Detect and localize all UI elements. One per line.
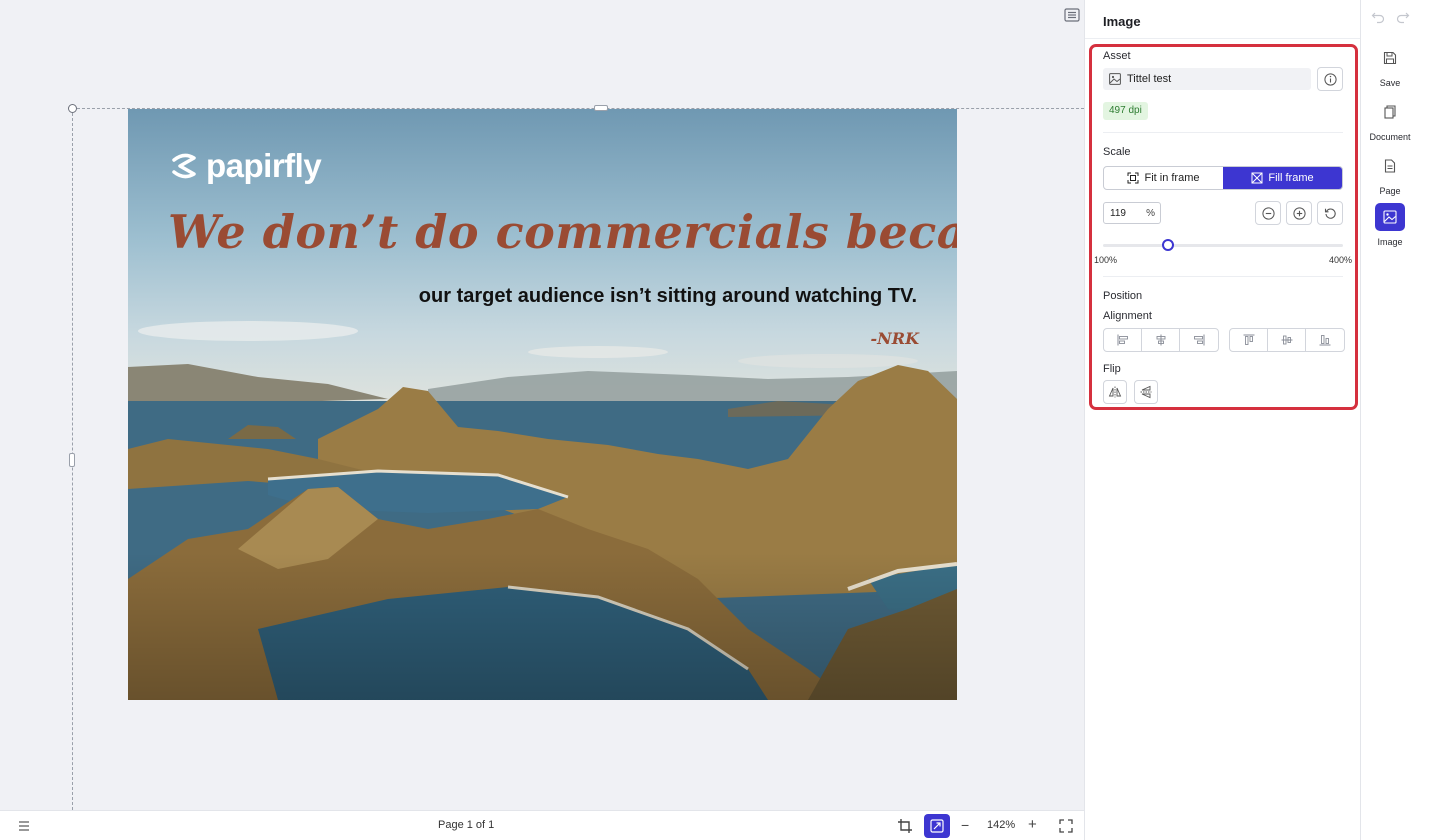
panel-title: Image	[1103, 14, 1141, 29]
fullscreen-icon[interactable]	[1059, 819, 1073, 833]
fill-frame-button[interactable]: Fill frame	[1223, 167, 1342, 189]
scale-slider-track[interactable]	[1103, 244, 1343, 247]
rail-item-save[interactable]: Save	[1361, 44, 1419, 88]
crop-icon[interactable]	[897, 818, 913, 834]
image-frame[interactable]: papirfly We don’t do commercials because…	[128, 109, 957, 700]
image-icon	[1375, 203, 1405, 231]
right-toolbar: Save Document Page Image	[1360, 0, 1430, 840]
fit-to-screen-button[interactable]	[924, 814, 950, 838]
resize-handle-left[interactable]	[69, 453, 75, 467]
document-icon	[1375, 98, 1405, 126]
align-bottom-button[interactable]	[1306, 329, 1344, 351]
page-icon	[1375, 152, 1405, 180]
align-left-icon	[1117, 334, 1128, 346]
page-indicator: Page 1 of 1	[438, 819, 495, 831]
flip-vertical-button[interactable]	[1134, 380, 1158, 404]
rail-item-document[interactable]: Document	[1361, 98, 1419, 142]
scale-label: Scale	[1103, 146, 1131, 158]
align-top-button[interactable]	[1230, 329, 1268, 351]
align-center-icon	[1156, 334, 1165, 346]
rail-item-image[interactable]: Image	[1361, 203, 1419, 247]
zoom-level: 142%	[987, 819, 1016, 831]
page-list-icon[interactable]	[18, 820, 30, 832]
align-middle-icon	[1281, 335, 1292, 345]
scale-mode-toggle: Fit in frame Fill frame	[1103, 166, 1343, 190]
dpi-badge: 497 dpi	[1103, 102, 1148, 120]
align-left-button[interactable]	[1104, 329, 1142, 351]
vertical-alignment-group	[1229, 328, 1345, 352]
rail-label-page: Page	[1379, 186, 1401, 196]
resize-handle-top[interactable]	[594, 105, 608, 111]
slider-max-label: 400%	[1329, 255, 1353, 265]
rail-label-save: Save	[1379, 78, 1401, 88]
asset-selector[interactable]: Tittel test	[1103, 68, 1311, 90]
artwork-headline: We don’t do commercials because…	[168, 205, 957, 259]
rail-label-document: Document	[1369, 132, 1411, 142]
asset-label: Asset	[1103, 50, 1131, 62]
scale-decrease-button[interactable]	[1255, 201, 1281, 225]
position-label: Position	[1103, 290, 1143, 302]
fit-in-frame-label: Fit in frame	[1144, 172, 1200, 184]
section-divider	[1103, 132, 1343, 133]
align-right-icon	[1194, 334, 1205, 346]
rail-label-image: Image	[1377, 237, 1403, 247]
fit-in-frame-button[interactable]: Fit in frame	[1104, 167, 1223, 189]
properties-panel: Image Asset Tittel test 497 dpi Scale Fi…	[1084, 0, 1361, 840]
fill-frame-label: Fill frame	[1268, 172, 1314, 184]
align-right-button[interactable]	[1180, 329, 1218, 351]
align-top-icon	[1243, 334, 1254, 345]
asset-name: Tittel test	[1127, 73, 1172, 85]
flip-horizontal-button[interactable]	[1103, 380, 1127, 404]
papirfly-logo: papirfly	[168, 147, 322, 185]
fit-in-frame-icon	[1127, 172, 1139, 184]
flip-horizontal-icon	[1108, 386, 1122, 398]
align-bottom-icon	[1319, 335, 1331, 346]
image-icon	[1109, 73, 1121, 85]
alignment-label: Alignment	[1103, 310, 1152, 322]
scale-percent-input[interactable]: 119 %	[1103, 202, 1161, 224]
fill-frame-icon	[1251, 172, 1263, 184]
layers-panel-icon[interactable]	[1064, 8, 1080, 22]
scale-percent-value: 119	[1110, 207, 1126, 219]
papirfly-logo-mark-icon	[172, 153, 196, 179]
scale-reset-button[interactable]	[1317, 201, 1343, 225]
landscape-photo	[128, 109, 957, 700]
expand-icon	[930, 819, 944, 833]
artwork-signature: -NRK	[870, 329, 919, 348]
scale-increase-button[interactable]	[1286, 201, 1312, 225]
panel-divider	[1085, 38, 1361, 39]
horizontal-alignment-group	[1103, 328, 1219, 352]
zoom-out-button[interactable]: −	[961, 817, 969, 833]
flip-vertical-icon	[1140, 385, 1152, 399]
align-center-button[interactable]	[1142, 329, 1180, 351]
artwork-subline: our target audience isn’t sitting around…	[418, 285, 917, 307]
plus-circle-icon	[1292, 206, 1306, 220]
bottom-toolbar: Page 1 of 1 − 142% +	[0, 810, 1084, 840]
align-middle-button[interactable]	[1268, 329, 1306, 351]
asset-info-button[interactable]	[1317, 67, 1343, 91]
section-divider	[1103, 276, 1343, 277]
minus-circle-icon	[1261, 206, 1275, 220]
highlight-outline	[1089, 44, 1358, 410]
slider-min-label: 100%	[1094, 255, 1118, 265]
redo-icon[interactable]	[1396, 10, 1410, 24]
zoom-in-button[interactable]: +	[1028, 816, 1037, 833]
rotate-handle[interactable]	[68, 104, 77, 113]
rail-item-page[interactable]: Page	[1361, 152, 1419, 196]
scale-percent-unit: %	[1146, 208, 1155, 219]
flip-label: Flip	[1103, 363, 1121, 375]
logo-text: papirfly	[206, 147, 322, 184]
info-icon	[1323, 72, 1337, 86]
save-icon	[1375, 44, 1405, 72]
canvas-area[interactable]: papirfly We don’t do commercials because…	[0, 0, 1084, 810]
reset-icon	[1324, 207, 1336, 219]
undo-icon[interactable]	[1371, 10, 1385, 24]
